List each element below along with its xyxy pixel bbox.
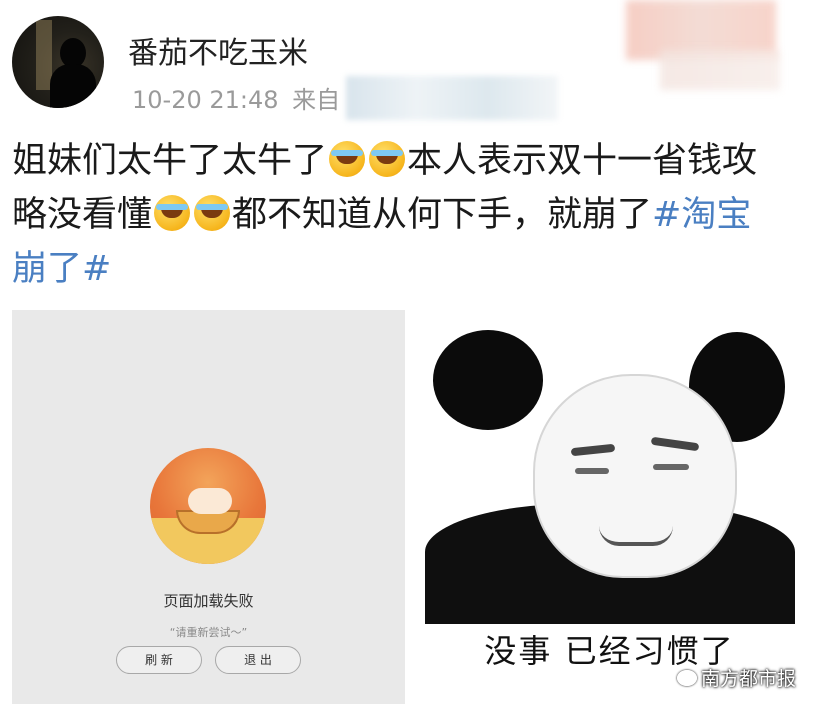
taobao-boat-logo-icon <box>150 448 266 564</box>
blurred-corner-badge-lower <box>660 50 780 90</box>
load-failed-subtitle: “请重新尝试～” <box>169 626 248 639</box>
post-image-load-failed[interactable]: 页面加载失败 “请重新尝试～” 刷 新 退 出 <box>12 310 405 704</box>
refresh-button: 刷 新 <box>116 646 202 674</box>
blurred-source <box>346 76 558 120</box>
post-source-prefix: 来自 <box>292 86 341 114</box>
post-meta: 10-20 21:48 来自 <box>132 80 340 115</box>
load-failed-title: 页面加载失败 <box>163 592 254 610</box>
watermark: 南方都市报 <box>676 664 796 691</box>
laugh-cry-emoji-icon <box>194 195 231 231</box>
panda-left-ear <box>433 330 543 430</box>
post-image-panda-meme[interactable]: 没事 已经习惯了 <box>413 304 806 704</box>
exit-button: 退 出 <box>215 646 301 674</box>
post-line-2: 略没看懂 都不知道从何下手，就崩了#淘宝 <box>12 195 752 235</box>
watermark-text: 南方都市报 <box>700 668 796 690</box>
laugh-cry-emoji-icon <box>369 141 406 177</box>
hashtag-link[interactable]: #淘宝 <box>652 195 751 235</box>
post-content: 姐妹们太牛了太牛了 本人表示双十一省钱攻 略没看懂 都不知道从何下手，就崩了#淘宝 … <box>12 134 802 296</box>
laugh-cry-emoji-icon <box>154 195 191 231</box>
user-avatar[interactable] <box>12 16 104 108</box>
post-line-1: 姐妹们太牛了太牛了 本人表示双十一省钱攻 <box>12 141 758 181</box>
laugh-cry-emoji-icon <box>329 141 366 177</box>
wechat-icon <box>676 670 697 686</box>
avatar-silhouette-body <box>50 64 96 108</box>
post-timestamp: 10-20 21:48 <box>132 86 279 114</box>
hashtag-link-continued[interactable]: 崩了# <box>12 249 111 289</box>
post-line-3: 崩了# <box>12 242 802 296</box>
panda-face <box>533 374 737 578</box>
username[interactable]: 番茄不吃玉米 <box>128 28 308 72</box>
